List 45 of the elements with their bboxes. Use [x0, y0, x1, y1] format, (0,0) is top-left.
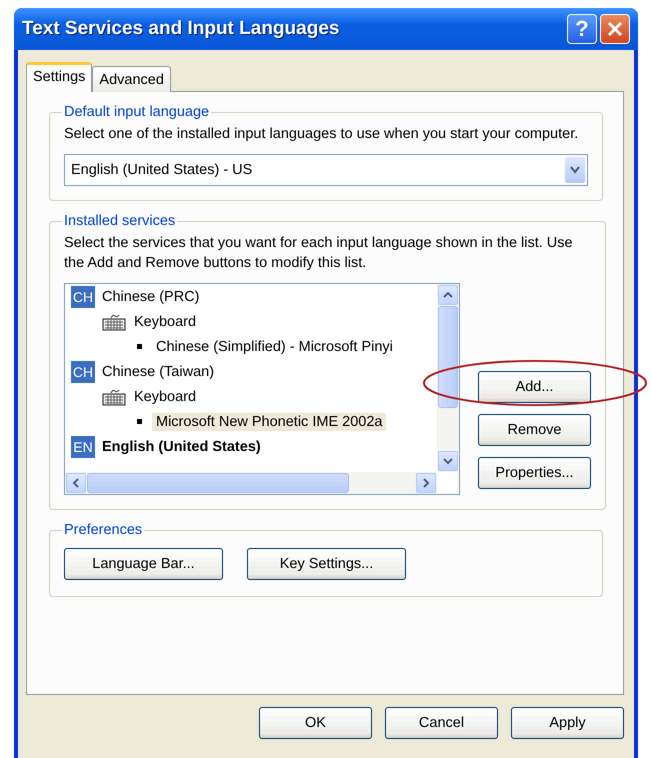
scroll-left-button[interactable] [66, 473, 86, 493]
description-text: Select the services that you want for each input language shown in the list. Use the Add and Remove buttons to modify this list. [64, 234, 574, 273]
dialog-button[interactable]: Key Settings... [247, 548, 406, 580]
dialog-button[interactable]: Cancel [385, 707, 498, 739]
scroll-thumb[interactable] [438, 306, 458, 408]
tab[interactable]: Advanced [92, 66, 171, 92]
language-badge: CH [71, 360, 95, 382]
tree-item[interactable]: Chinese (PRC) [102, 288, 200, 304]
dropdown-button[interactable] [565, 157, 585, 183]
description-text: Select one of the installed input languages to use when you start your computer. [64, 125, 580, 144]
horizontal-scrollbar[interactable] [65, 472, 437, 494]
scroll-right-button[interactable] [416, 473, 436, 493]
tree-item[interactable]: Chinese (Simplified) - Microsoft Pinyi [152, 338, 397, 356]
group-title: Installed services [63, 213, 176, 229]
tree-item[interactable]: Chinese (Taiwan) [102, 364, 214, 380]
chevron-up-icon [442, 291, 454, 299]
dialog-button[interactable]: Language Bar... [64, 548, 223, 580]
tree-item[interactable]: Keyboard [134, 388, 196, 404]
scroll-down-button[interactable] [438, 451, 458, 471]
tree-item[interactable]: Microsoft New Phonetic IME 2002a [152, 412, 386, 430]
scroll-thumb[interactable] [87, 473, 349, 493]
dialog-button[interactable]: Add... [478, 371, 591, 403]
group-title: Preferences [63, 522, 144, 538]
language-badge: CH [71, 286, 95, 308]
close-button[interactable] [600, 14, 630, 44]
dialog-button[interactable]: Remove [478, 414, 591, 446]
tree-item[interactable]: English (United States) [102, 438, 261, 454]
dialog-button[interactable]: OK [259, 707, 372, 739]
vertical-scrollbar[interactable] [437, 284, 459, 472]
close-icon [606, 20, 624, 38]
bullet-icon [137, 344, 142, 349]
bullet-icon [137, 419, 142, 424]
chevron-down-icon [569, 165, 581, 175]
tab[interactable]: Settings [26, 62, 92, 92]
chevron-down-icon [442, 457, 454, 465]
dialog-button[interactable]: Properties... [478, 457, 591, 489]
language-badge: EN [71, 436, 95, 458]
chevron-right-icon [422, 477, 430, 489]
chevron-left-icon [72, 477, 80, 489]
language-dropdown[interactable]: English (United States) - US [64, 154, 588, 186]
group-title: Default input language [63, 104, 210, 120]
tree-item[interactable]: Keyboard [134, 314, 196, 330]
window-title: Text Services and Input Languages [22, 18, 340, 40]
scroll-up-button[interactable] [438, 285, 458, 305]
dialog-button[interactable]: Apply [511, 707, 624, 739]
